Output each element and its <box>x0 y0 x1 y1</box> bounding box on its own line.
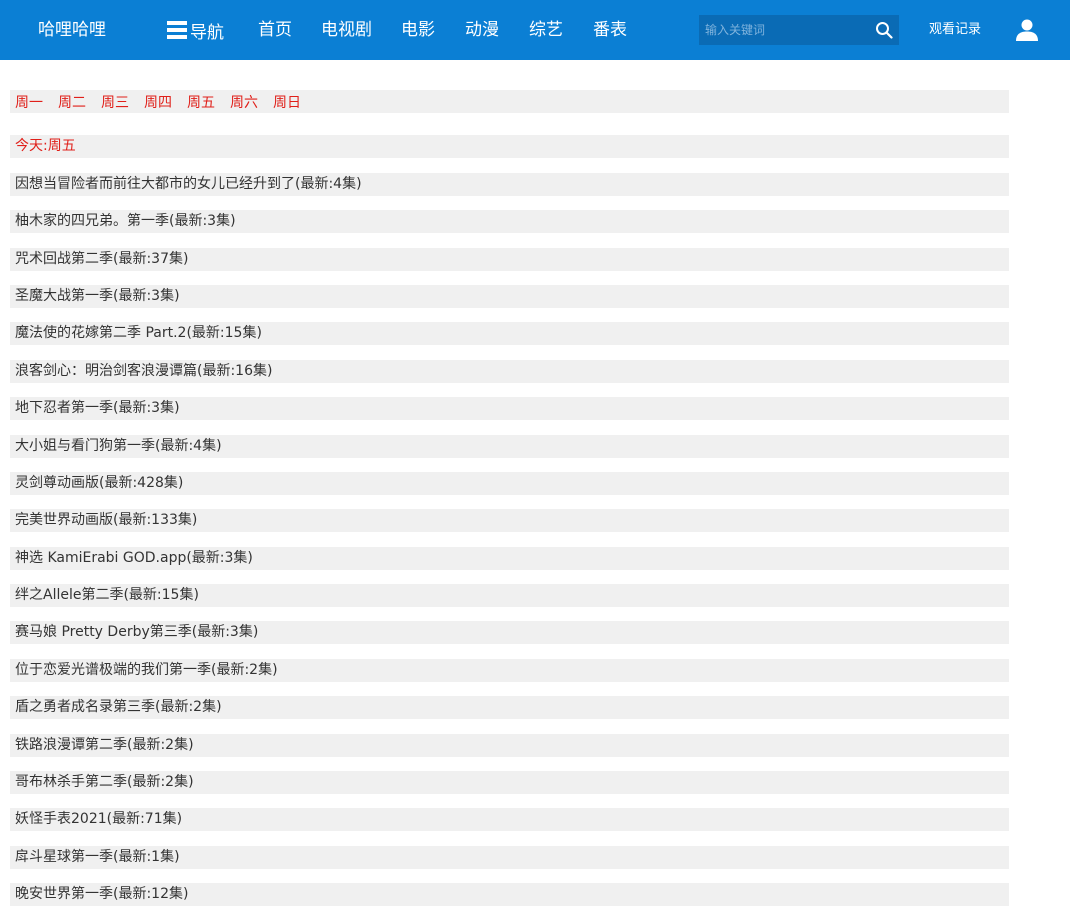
weekday-tabs: 周一 周二 周三 周四 周五 周六 周日 <box>10 90 1009 113</box>
search-icon <box>876 22 893 39</box>
search-button[interactable] <box>869 15 899 45</box>
weekday-tab-tuesday[interactable]: 周二 <box>58 92 86 112</box>
user-icon <box>1016 19 1038 41</box>
show-list-item[interactable]: 大小姐与看门狗第一季(最新:4集) <box>10 435 1009 458</box>
weekday-tab-saturday[interactable]: 周六 <box>230 92 258 112</box>
show-list-item[interactable]: 绊之Allele第二季(最新:15集) <box>10 584 1009 607</box>
site-logo[interactable]: 哈哩哈哩 <box>38 0 106 60</box>
weekday-tab-friday[interactable]: 周五 <box>187 92 215 112</box>
top-navigation-bar: 哈哩哈哩 导航 首页 电视剧 电影 动漫 综艺 番表 观看记录 <box>0 0 1070 60</box>
show-list-item[interactable]: 神选 KamiErabi GOD.app(最新:3集) <box>10 547 1009 570</box>
nav-link-schedule[interactable]: 番表 <box>593 0 627 60</box>
hamburger-icon <box>167 20 187 40</box>
nav-menu-label: 导航 <box>190 22 224 43</box>
weekday-tab-wednesday[interactable]: 周三 <box>101 92 129 112</box>
nav-link-movies[interactable]: 电影 <box>401 0 435 60</box>
show-list-item[interactable]: 浪客剑心：明治剑客浪漫谭篇(最新:16集) <box>10 360 1009 383</box>
user-account-button[interactable] <box>1015 18 1039 42</box>
show-list-item[interactable]: 魔法使的花嫁第二季 Part.2(最新:15集) <box>10 322 1009 345</box>
show-list-item[interactable]: 位于恋爱光谱极端的我们第一季(最新:2集) <box>10 659 1009 682</box>
show-list-item[interactable]: 灵剑尊动画版(最新:428集) <box>10 472 1009 495</box>
show-list-item[interactable]: 盾之勇者成名录第三季(最新:2集) <box>10 696 1009 719</box>
show-list-item[interactable]: 铁路浪漫谭第二季(最新:2集) <box>10 734 1009 757</box>
show-list-item[interactable]: 赛马娘 Pretty Derby第三季(最新:3集) <box>10 621 1009 644</box>
weekday-tab-monday[interactable]: 周一 <box>15 92 43 112</box>
nav-link-home[interactable]: 首页 <box>258 0 292 60</box>
search-input[interactable] <box>699 15 873 45</box>
show-list-item[interactable]: 戽斗星球第一季(最新:1集) <box>10 846 1009 869</box>
search-box <box>699 15 899 45</box>
show-list-item[interactable]: 妖怪手表2021(最新:71集) <box>10 808 1009 831</box>
show-list-item[interactable]: 因想当冒险者而前往大都市的女儿已经升到了(最新:4集) <box>10 173 1009 196</box>
show-list-item[interactable]: 圣魔大战第一季(最新:3集) <box>10 285 1009 308</box>
nav-menu-button[interactable]: 导航 <box>167 0 224 60</box>
nav-link-anime[interactable]: 动漫 <box>465 0 499 60</box>
show-list-item[interactable]: 完美世界动画版(最新:133集) <box>10 509 1009 532</box>
show-list-item[interactable]: 咒术回战第二季(最新:37集) <box>10 248 1009 271</box>
nav-link-variety[interactable]: 综艺 <box>529 0 563 60</box>
show-list-item[interactable]: 柚木家的四兄弟。第一季(最新:3集) <box>10 210 1009 233</box>
show-list-item[interactable]: 哥布林杀手第二季(最新:2集) <box>10 771 1009 794</box>
show-list-item[interactable]: 地下忍者第一季(最新:3集) <box>10 397 1009 420</box>
watch-history-link[interactable]: 观看记录 <box>929 0 981 60</box>
today-heading: 今天:周五 <box>10 135 1009 158</box>
nav-link-tv-series[interactable]: 电视剧 <box>321 0 372 60</box>
weekday-tab-sunday[interactable]: 周日 <box>273 92 301 112</box>
weekday-tab-thursday[interactable]: 周四 <box>144 92 172 112</box>
show-list-item[interactable]: 晚安世界第一季(最新:12集) <box>10 883 1009 906</box>
